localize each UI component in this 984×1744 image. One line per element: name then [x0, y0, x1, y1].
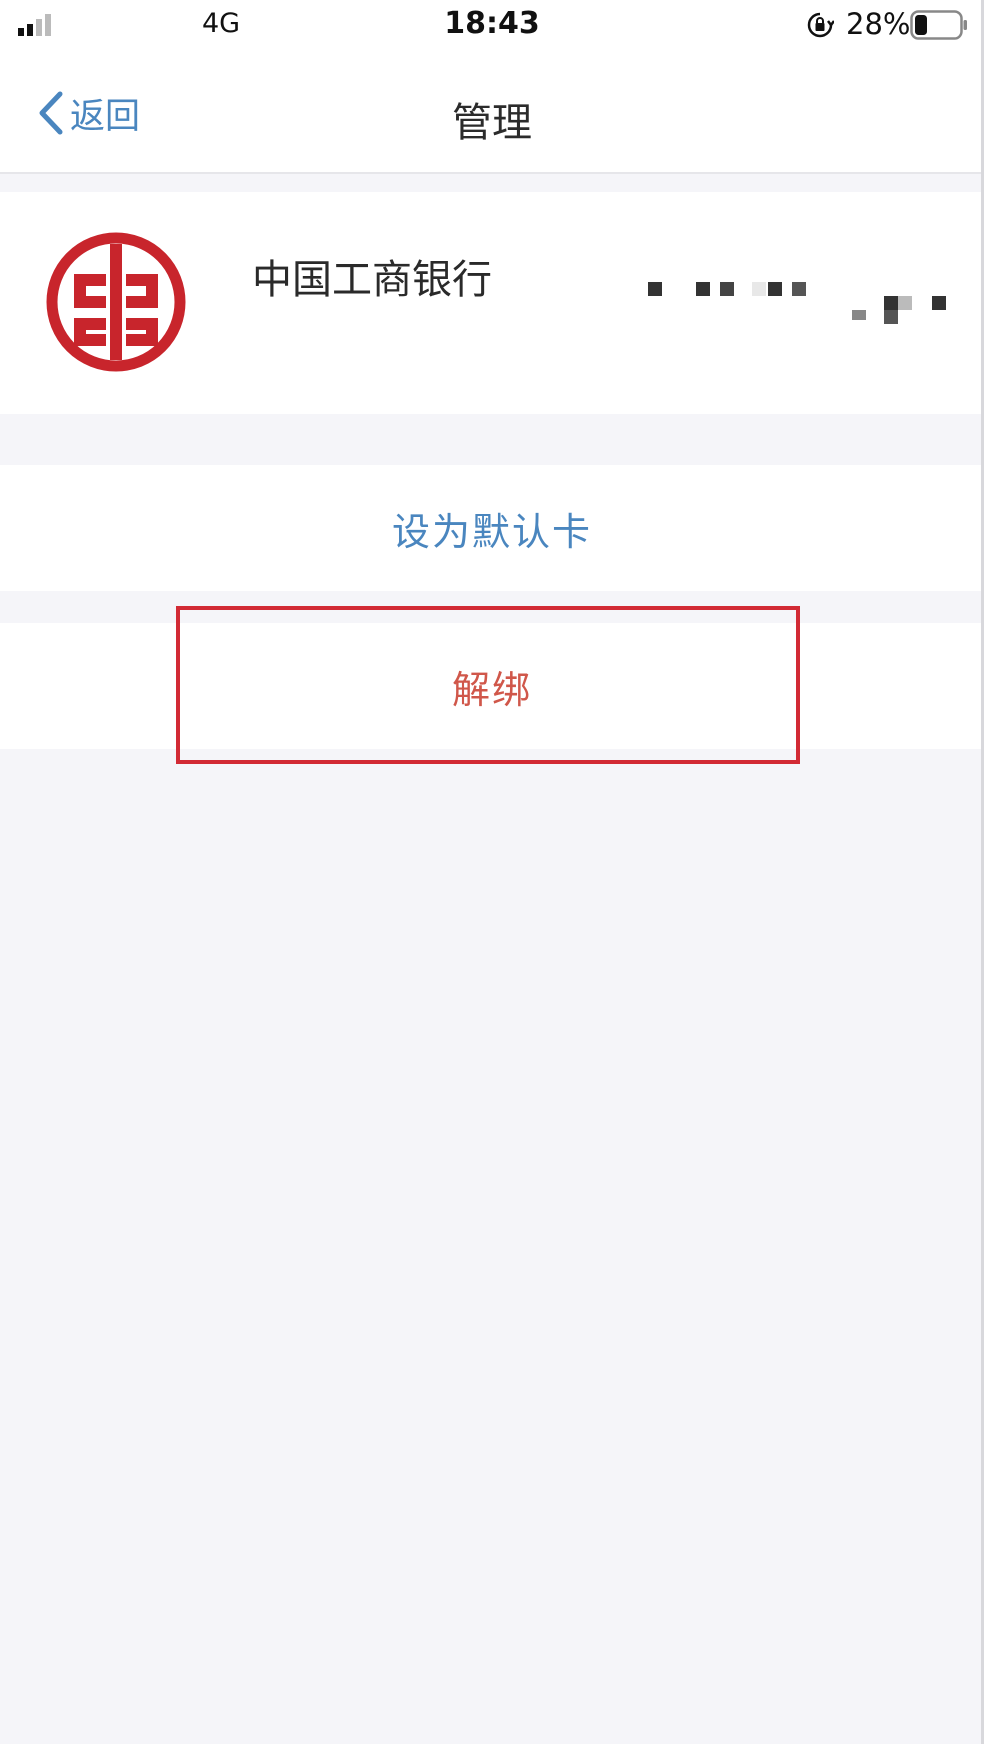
page-title: 管理: [452, 100, 532, 146]
status-bar: 4G 18:43 28%: [0, 0, 984, 50]
navigation-bar: 返回 管理: [0, 50, 984, 174]
set-default-card-button[interactable]: 设为默认卡: [0, 465, 984, 591]
rotation-lock-icon: [807, 12, 834, 38]
icbc-logo-icon: [46, 232, 186, 372]
battery-percent: 28%: [846, 7, 911, 41]
bank-card-row: 中国工商银行: [0, 192, 984, 414]
set-default-card-label: 设为默认卡: [391, 509, 592, 554]
bank-name: 中国工商银行: [252, 257, 492, 303]
card-number-obscured: [648, 282, 946, 324]
screen: 4G 18:43 28% 返回 管理 中国工商银行 设为默认卡 解绑: [0, 0, 984, 1744]
unbind-card-label: 解绑: [451, 667, 532, 712]
unbind-card-button[interactable]: 解绑: [0, 623, 984, 749]
battery-icon: [910, 10, 967, 40]
status-time: 18:43: [444, 6, 540, 41]
